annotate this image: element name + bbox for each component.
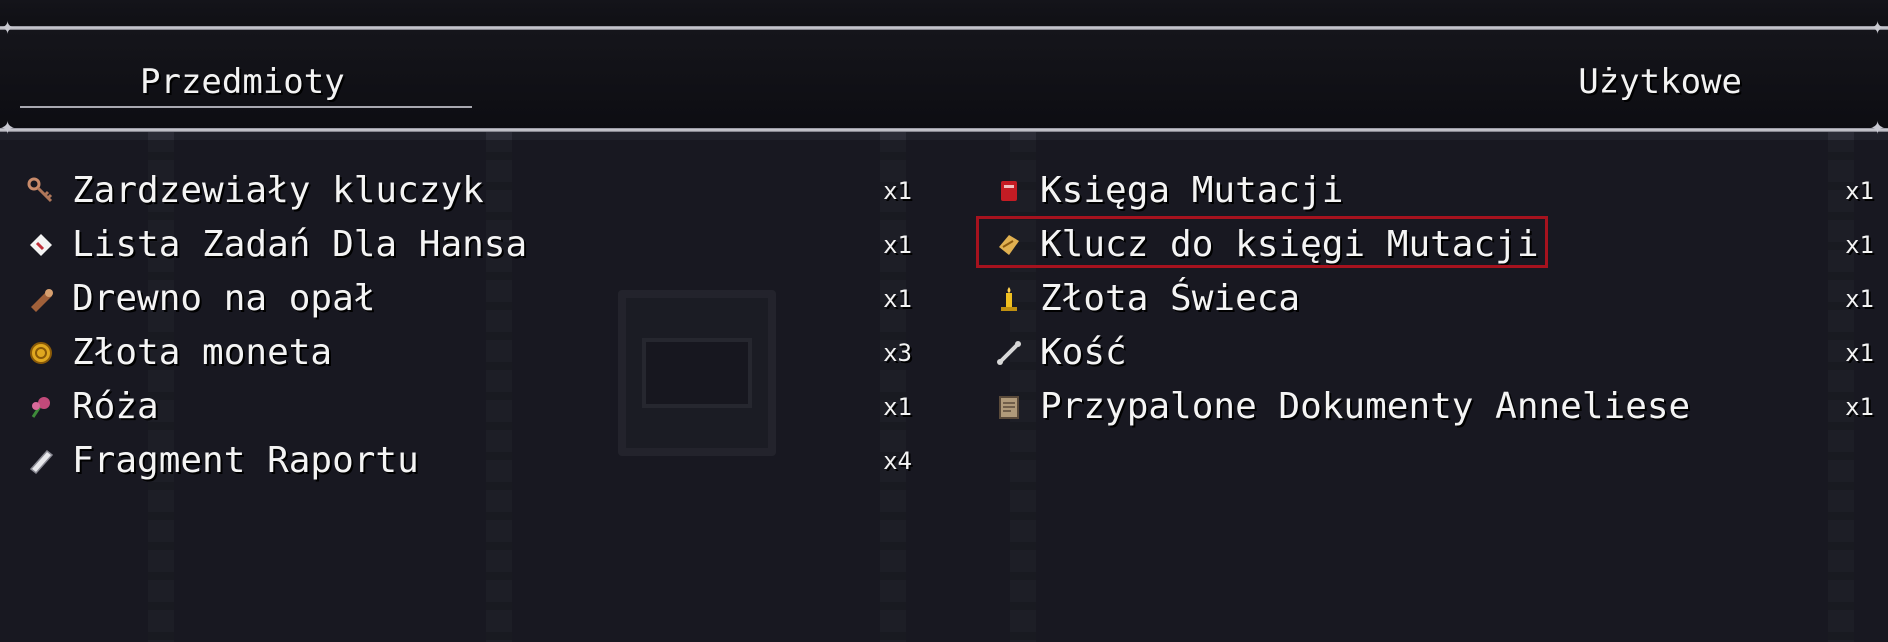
item-list-right-column: Księga Mutacji x1 Klucz do księgi Mutacj… [976, 164, 1874, 434]
item-row[interactable]: Złota moneta x3 [26, 326, 912, 380]
tab-consumables[interactable]: Użytkowe [1578, 62, 1742, 102]
frame-corner-ornament-icon: ✦ [1870, 118, 1886, 139]
letter-icon [26, 230, 56, 260]
item-name: Złota Świeca [1040, 278, 1301, 319]
item-name: Drewno na opał [72, 278, 376, 319]
item-quantity: x1 [1845, 285, 1874, 313]
item-list-left-column: Zardzewiały kluczyk x1 Lista Zadań Dla H… [26, 164, 912, 488]
item-row[interactable]: Złota Świeca x1 [994, 272, 1874, 326]
item-name: Róża [72, 386, 159, 427]
item-row[interactable]: Fragment Raportu x4 [26, 434, 912, 488]
item-row[interactable]: Róża x1 [26, 380, 912, 434]
tab-underline [20, 106, 472, 108]
candle-icon [994, 284, 1024, 314]
gold-coin-icon [26, 338, 56, 368]
item-name: Księga Mutacji [1040, 170, 1344, 211]
item-row[interactable]: Księga Mutacji x1 [994, 164, 1874, 218]
category-header-window: Przedmioty Użytkowe [0, 30, 1888, 130]
bone-icon [994, 338, 1024, 368]
item-quantity: x1 [1845, 393, 1874, 421]
item-row[interactable]: Lista Zadań Dla Hansa x1 [26, 218, 912, 272]
item-row[interactable]: Przypalone Dokumenty Anneliese x1 [994, 380, 1874, 434]
item-name: Fragment Raportu [72, 440, 419, 481]
item-row[interactable]: Drewno na opał x1 [26, 272, 912, 326]
item-name: Złota moneta [72, 332, 333, 373]
item-quantity: x1 [1845, 177, 1874, 205]
item-row[interactable]: Kość x1 [994, 326, 1874, 380]
item-name: Przypalone Dokumenty Anneliese [1040, 386, 1691, 427]
frame-corner-ornament-icon: ✦ [0, 18, 16, 39]
item-quantity: x3 [883, 339, 912, 367]
item-quantity: x4 [883, 447, 912, 475]
item-row[interactable]: Zardzewiały kluczyk x1 [26, 164, 912, 218]
red-book-icon [994, 176, 1024, 206]
item-name: Zardzewiały kluczyk [72, 170, 484, 211]
item-row-selected[interactable]: Klucz do księgi Mutacji x1 [976, 216, 1874, 272]
item-quantity: x1 [883, 393, 912, 421]
burnt-document-icon [994, 392, 1024, 422]
frame-border-middle [0, 128, 1888, 132]
item-list-window: Zardzewiały kluczyk x1 Lista Zadań Dla H… [0, 140, 1888, 642]
item-quantity: x1 [1845, 339, 1874, 367]
item-name: Lista Zadań Dla Hansa [72, 224, 528, 265]
firewood-icon [26, 284, 56, 314]
item-quantity: x1 [1845, 231, 1874, 259]
tab-items[interactable]: Przedmioty [140, 62, 345, 102]
rusty-key-icon [26, 176, 56, 206]
frame-corner-ornament-icon: ✦ [0, 118, 16, 139]
scroll-icon [26, 446, 56, 476]
item-name: Kość [1040, 332, 1127, 373]
item-quantity: x1 [883, 231, 912, 259]
rose-icon [26, 392, 56, 422]
selection-cursor [976, 216, 1548, 268]
item-quantity: x1 [883, 177, 912, 205]
item-quantity: x1 [883, 285, 912, 313]
frame-corner-ornament-icon: ✦ [1870, 18, 1886, 39]
